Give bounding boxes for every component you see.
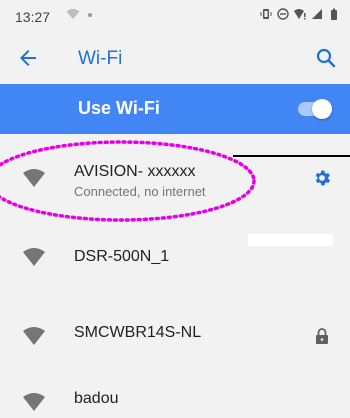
cell-signal-icon — [312, 9, 322, 19]
wifi-signal-icon — [23, 393, 45, 411]
status-right-icons — [260, 8, 340, 20]
dot-icon — [88, 13, 93, 17]
network-name: SMCWBR14S-NL — [74, 324, 202, 341]
network-row-smcwbr[interactable]: SMCWBR14S-NL — [0, 292, 350, 372]
highlight-ellipse — [0, 140, 256, 222]
wifi-toggle-switch[interactable] — [298, 99, 332, 119]
app-bar: Wi-Fi — [0, 34, 350, 84]
page-title: Wi-Fi — [78, 48, 123, 69]
network-row-badou[interactable]: badou — [0, 372, 350, 418]
wifi-alert-icon — [294, 9, 306, 20]
lock-icon — [316, 328, 328, 344]
use-wifi-label: Use Wi-Fi — [78, 98, 160, 118]
use-wifi-bar[interactable]: Use Wi-Fi — [0, 84, 350, 134]
search-icon[interactable] — [314, 46, 338, 70]
battery-icon — [331, 8, 337, 20]
network-name: DSR-500N_1 — [74, 248, 170, 265]
status-bar: 13:27 — [0, 0, 350, 34]
network-row-dsr[interactable]: DSR-500N_1 — [0, 222, 350, 292]
redaction-box — [248, 234, 333, 246]
status-left-icons — [66, 8, 93, 23]
do-not-disturb-icon — [277, 8, 289, 20]
gear-icon[interactable] — [312, 168, 332, 188]
status-time: 13:27 — [15, 9, 51, 25]
arrow-left-icon[interactable] — [16, 46, 40, 70]
wifi-signal-icon — [66, 9, 80, 19]
network-name: badou — [74, 390, 119, 407]
toggle-thumb — [312, 99, 332, 119]
vibrate-icon — [260, 9, 272, 19]
wifi-signal-icon — [23, 327, 45, 345]
wifi-signal-icon — [23, 248, 45, 266]
